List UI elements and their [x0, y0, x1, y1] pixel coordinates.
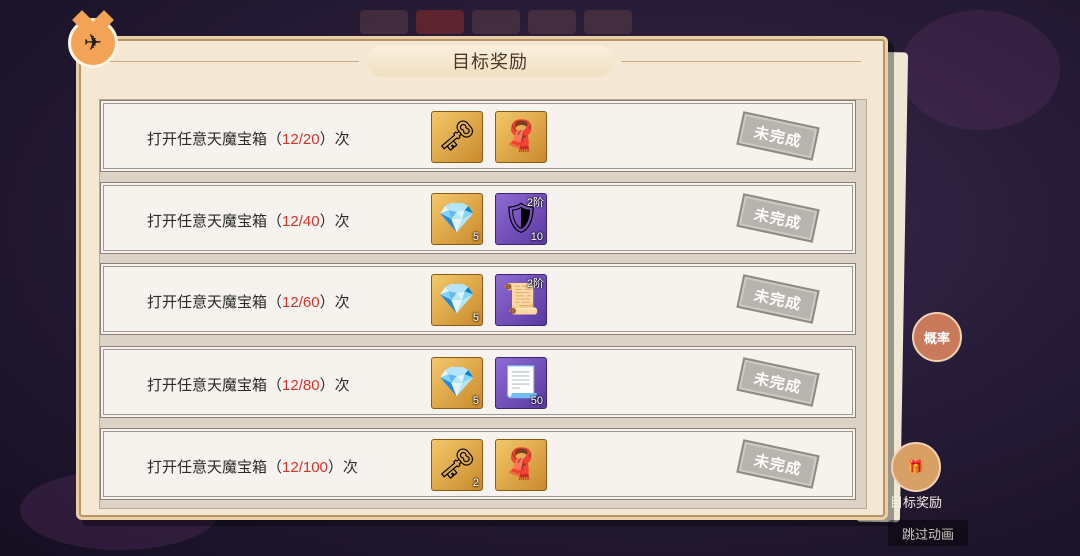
reward-row: 打开任意天魔宝箱（12/40）次 💎 5 🛡 2阶 10 未完成 [100, 182, 856, 254]
purple-cloth-icon: 🧣 [502, 448, 540, 481]
reward-item[interactable]: 🛡 2阶 10 [495, 193, 547, 245]
task-text: 打开任意天魔宝箱（ [147, 377, 283, 394]
golden-key-icon: 🗝 [437, 448, 477, 481]
task-text: ）次 [327, 459, 358, 476]
probability-icon: 概率 [912, 312, 962, 362]
cat-ear-icon [72, 10, 92, 30]
reward-item[interactable]: 📃 50 [495, 357, 547, 409]
reward-count: 5 [472, 312, 479, 324]
purple-crystal-icon: 💎 [438, 202, 476, 235]
incomplete-stamp: 未完成 [736, 111, 820, 161]
skip-animation-button[interactable]: 跳过动画 [888, 520, 968, 546]
background-tab [360, 10, 408, 34]
title-divider [109, 61, 359, 62]
bird-emblem-icon: ✈ [83, 30, 103, 55]
background-cloud [900, 10, 1060, 130]
task-text: 打开任意天魔宝箱（ [147, 213, 283, 230]
task-description: 打开任意天魔宝箱（12/80）次 [147, 374, 350, 395]
background-tab [528, 10, 576, 34]
golden-key-icon: 🗝 [437, 120, 477, 153]
reward-tier: 2阶 [526, 278, 544, 290]
incomplete-stamp: 未完成 [736, 193, 820, 243]
target-reward-label: 目标奖励 [890, 495, 943, 510]
target-reward-icon: 🎁 [891, 442, 941, 492]
reward-item[interactable]: 💎 5 [431, 193, 483, 245]
reward-count: 10 [530, 231, 543, 243]
background-top-tabs [360, 10, 632, 34]
reward-row: 打开任意天魔宝箱（12/100）次 🗝 2 🧣 未完成 [100, 428, 856, 500]
purple-cloth-icon: 🧣 [502, 120, 540, 153]
probability-button[interactable]: 概率 [912, 312, 962, 362]
reward-item[interactable]: 🗝 2 [431, 439, 483, 491]
task-progress: 12/60 [282, 294, 320, 311]
reward-item[interactable]: 🗝 [431, 111, 483, 163]
purple-crystal-icon: 💎 [438, 366, 476, 399]
reward-count: 50 [530, 395, 543, 407]
task-text: 打开任意天魔宝箱（ [147, 294, 283, 311]
task-text: 打开任意天魔宝箱（ [147, 131, 283, 148]
task-text: 打开任意天魔宝箱（ [147, 459, 283, 476]
incomplete-stamp: 未完成 [736, 357, 820, 407]
reward-count: 5 [472, 395, 479, 407]
cat-mascot-badge: ✈ [68, 10, 118, 68]
task-description: 打开任意天魔宝箱（12/100）次 [147, 456, 358, 477]
incomplete-stamp: 未完成 [736, 439, 820, 489]
task-progress: 12/80 [282, 377, 320, 394]
background-tab [416, 10, 464, 34]
background-tab [584, 10, 632, 34]
task-text: ）次 [319, 377, 350, 394]
reward-item[interactable]: 💎 5 [431, 274, 483, 326]
incomplete-stamp: 未完成 [736, 274, 820, 324]
task-text: ）次 [319, 294, 350, 311]
reward-item[interactable]: 💎 5 [431, 357, 483, 409]
title-divider [621, 61, 861, 62]
reward-item[interactable]: 📜 2阶 [495, 274, 547, 326]
background-tab [472, 10, 520, 34]
panel-title: 目标奖励 [367, 45, 613, 77]
reward-item[interactable]: 🧣 [495, 439, 547, 491]
task-description: 打开任意天魔宝箱（12/40）次 [147, 210, 350, 231]
task-progress: 12/100 [282, 459, 328, 476]
reward-row: 打开任意天魔宝箱（12/60）次 💎 5 📜 2阶 未完成 [100, 263, 856, 335]
purple-crystal-icon: 💎 [438, 283, 476, 316]
talisman-paper-icon: 📃 [502, 366, 540, 399]
reward-tier: 2阶 [526, 197, 544, 209]
task-progress: 12/40 [282, 213, 320, 230]
task-progress: 12/20 [282, 131, 320, 148]
reward-row: 打开任意天魔宝箱（12/20）次 🗝 🧣 未完成 [100, 100, 856, 172]
task-text: ）次 [319, 213, 350, 230]
task-text: ）次 [319, 131, 350, 148]
reward-row: 打开任意天魔宝箱（12/80）次 💎 5 📃 50 未完成 [100, 346, 856, 418]
reward-item[interactable]: 🧣 [495, 111, 547, 163]
reward-count: 2 [472, 477, 479, 489]
reward-count: 5 [472, 231, 479, 243]
task-description: 打开任意天魔宝箱（12/20）次 [147, 128, 350, 149]
cat-ear-icon [94, 10, 114, 30]
target-reward-button[interactable]: 🎁 目标奖励 [890, 442, 942, 511]
task-description: 打开任意天魔宝箱（12/60）次 [147, 291, 350, 312]
probability-label: 概率 [923, 330, 950, 346]
